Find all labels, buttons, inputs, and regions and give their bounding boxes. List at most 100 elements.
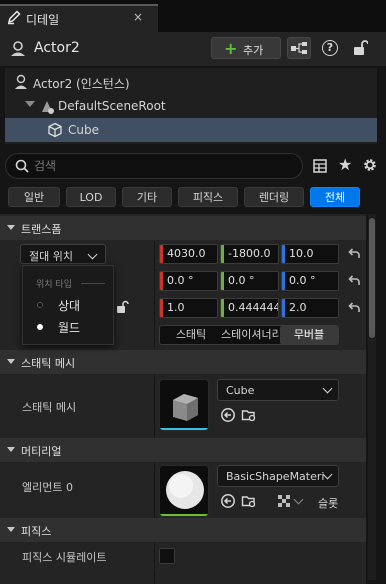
y-axis-bar [221, 245, 224, 263]
section-physics[interactable]: 피직스 [0, 518, 366, 542]
column-divider [154, 543, 155, 569]
location-y-field[interactable]: -1800.0 [220, 244, 279, 264]
rotation-z-field[interactable]: 0.0 ° [281, 271, 339, 291]
tree-item-label: Actor2 (인스턴스) [33, 77, 130, 91]
browse-folder-icon[interactable] [241, 407, 257, 423]
table-view-icon[interactable] [313, 159, 327, 173]
location-z-field[interactable]: 10.0 [281, 244, 339, 264]
tree-item-actor[interactable]: Actor2 (인스턴스) [5, 70, 377, 94]
rotation-y-field[interactable]: 0.0 ° [220, 271, 279, 291]
search-box[interactable] [5, 153, 303, 179]
static-mesh-combo[interactable]: Cube [217, 379, 339, 401]
search-icon [15, 159, 29, 173]
use-selected-arrow-icon[interactable] [220, 493, 236, 509]
close-icon[interactable]: × [133, 10, 143, 24]
tree-item-cube[interactable]: Cube [5, 118, 377, 142]
scrollbar[interactable] [368, 214, 376, 580]
filter-physics[interactable]: 피직스 [178, 187, 238, 207]
section-static-mesh[interactable]: 스태틱 메시 [0, 350, 366, 374]
section-materials[interactable]: 머티리얼 [0, 438, 366, 462]
location-row: 절대 위치 4030.0 -1800.0 10.0 [0, 241, 366, 267]
browse-folder-icon[interactable] [241, 493, 257, 509]
material-thumbnail[interactable] [159, 465, 209, 517]
mesh-thumbnail[interactable] [159, 379, 209, 431]
scale-x-value: 1.0 [167, 301, 185, 314]
add-label: 추가 [243, 44, 264, 57]
simulate-physics-row: 피직스 시뮬레이트 [0, 543, 366, 569]
search-bar: ★ [0, 150, 386, 182]
section-transform[interactable]: 트랜스폼 [0, 216, 366, 240]
collapse-caret-icon [7, 225, 15, 230]
filter-lod[interactable]: LOD [66, 187, 116, 207]
location-x-field[interactable]: 4030.0 [159, 244, 218, 264]
cube-preview [173, 394, 198, 421]
gear-icon[interactable] [361, 156, 379, 174]
z-axis-bar [282, 245, 285, 263]
reset-arrow-icon[interactable] [347, 301, 361, 315]
column-divider [154, 295, 155, 321]
location-mode-combo[interactable]: 절대 위치 [20, 244, 106, 264]
actor-icon [15, 74, 27, 89]
material-value: BasicShapeMaterial [226, 470, 324, 483]
details-tab[interactable]: 디테일 × [0, 4, 158, 32]
section-title: 스태틱 메시 [21, 357, 76, 370]
material-row: 엘리먼트 0 BasicShapeMaterial 슬롯 [0, 463, 366, 523]
scale-y-field[interactable]: 0.444444 [220, 298, 279, 318]
actor-name: Actor2 [34, 40, 80, 56]
filter-misc[interactable]: 기타 [122, 187, 172, 207]
mobility-movable-option[interactable]: 무버블 [280, 326, 338, 344]
x-axis-bar [160, 272, 163, 290]
rotation-y-value: 0.0 ° [228, 274, 255, 287]
chevron-down-icon [322, 383, 333, 394]
y-axis-bar [221, 272, 224, 290]
column-divider [154, 463, 155, 523]
mobility-static-option[interactable]: 스태틱 [161, 326, 221, 344]
y-axis-bar [221, 299, 224, 317]
scale-z-field[interactable]: 2.0 [281, 298, 339, 318]
filter-rendering[interactable]: 렌더링 [244, 187, 304, 207]
scale-x-field[interactable]: 1.0 [159, 298, 218, 318]
expand-arrow-icon[interactable] [25, 101, 35, 107]
pencil-icon [7, 10, 21, 25]
column-divider [154, 322, 155, 348]
tree-item-scene-root[interactable]: DefaultSceneRoot [5, 94, 377, 118]
mesh-type-underline [160, 428, 208, 430]
scale-lock-icon[interactable] [115, 300, 129, 314]
rotation-vector: 0.0 ° 0.0 ° 0.0 ° [159, 271, 339, 291]
rotation-x-field[interactable]: 0.0 ° [159, 271, 218, 291]
collapse-caret-icon [7, 527, 15, 532]
location-x-value: 4030.0 [167, 247, 206, 260]
location-z-value: 10.0 [289, 247, 314, 260]
column-divider [154, 570, 155, 584]
checker-texture-icon[interactable] [276, 493, 292, 509]
chevron-down-icon[interactable] [293, 494, 304, 505]
unlock-icon[interactable] [350, 39, 368, 57]
help-icon[interactable]: ? [322, 40, 338, 56]
search-input[interactable] [34, 158, 284, 174]
simulate-physics-label: 피직스 시뮬레이트 [22, 551, 107, 564]
simulate-physics-checkbox[interactable] [159, 548, 175, 564]
static-mesh-value: Cube [226, 384, 255, 397]
reset-arrow-icon[interactable] [347, 247, 361, 261]
element-label: 엘리먼트 0 [22, 481, 73, 494]
mobility-stationary-option[interactable]: 스테이셔너리 [221, 326, 279, 344]
scrollbar-thumb[interactable] [369, 218, 375, 338]
option-relative[interactable]: 상대 [23, 294, 113, 316]
radio-selected-icon [37, 324, 43, 330]
scale-y-value: 0.444444 [228, 301, 279, 314]
favorite-star-icon[interactable]: ★ [338, 155, 352, 174]
reset-arrow-icon[interactable] [347, 274, 361, 288]
x-axis-bar [160, 245, 163, 263]
tree-item-label: Cube [68, 123, 99, 137]
filter-tabs: 일반 LOD 기타 피직스 렌더링 전체 [0, 184, 386, 210]
filter-general[interactable]: 일반 [8, 187, 60, 207]
add-component-button[interactable]: + 추가 [211, 37, 281, 59]
slot-label: 슬롯 [318, 497, 339, 510]
static-mesh-label: 스태틱 메시 [22, 401, 77, 414]
blueprint-button[interactable] [287, 37, 311, 59]
material-combo[interactable]: BasicShapeMaterial [217, 465, 339, 487]
rotation-x-value: 0.0 ° [167, 274, 194, 287]
filter-all[interactable]: 전체 [310, 187, 360, 207]
use-selected-arrow-icon[interactable] [220, 407, 236, 423]
option-world[interactable]: 월드 [23, 316, 113, 338]
